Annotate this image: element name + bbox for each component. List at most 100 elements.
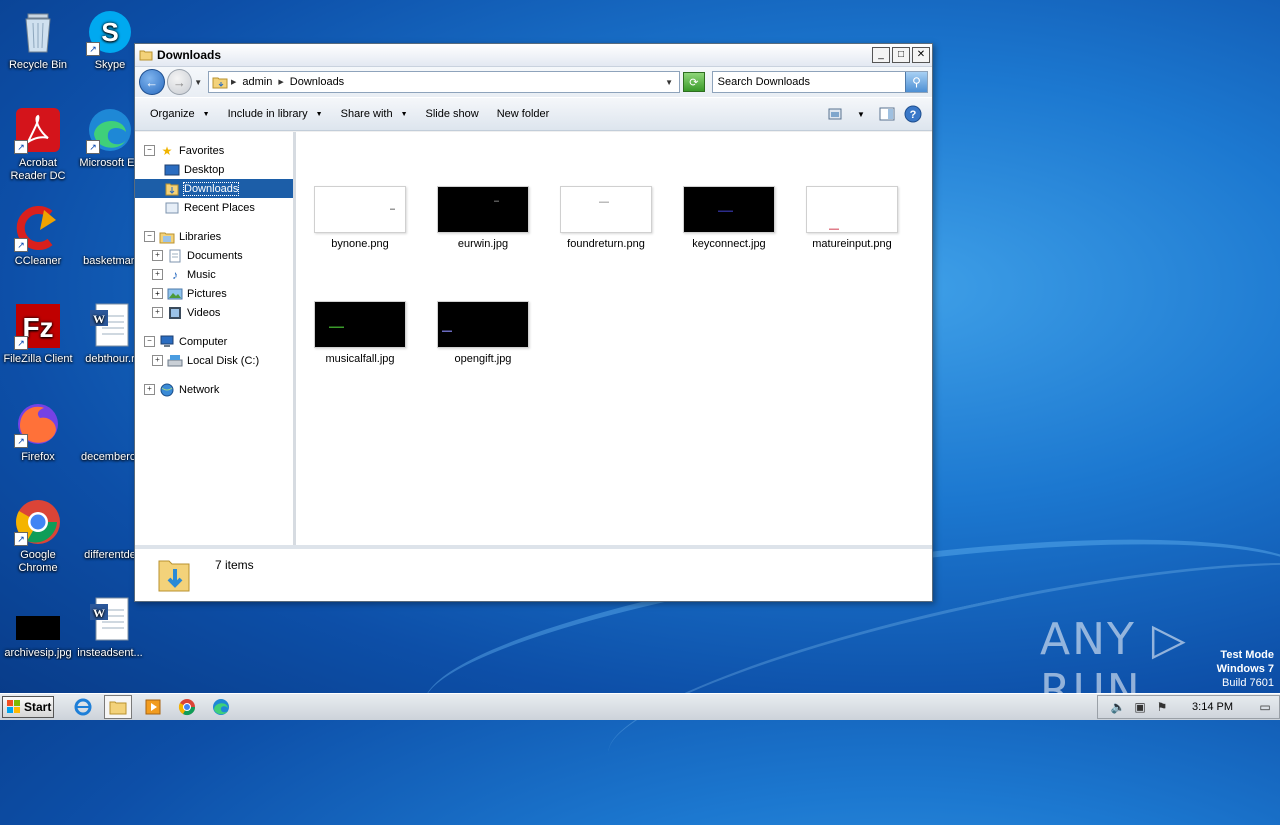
collapse-icon[interactable]: − bbox=[144, 231, 155, 242]
breadcrumb-downloads[interactable]: Downloads bbox=[287, 76, 347, 88]
desktop-icon-label: insteadsent... bbox=[77, 647, 143, 659]
desktop-icon-chrome[interactable]: ↗ Google Chrome bbox=[0, 498, 76, 575]
desktop-icon-acrobat[interactable]: ↗ Acrobat Reader DC bbox=[0, 106, 76, 183]
file-item[interactable]: ▬▬▬ musicalfall.jpg bbox=[305, 301, 415, 365]
view-options-dropdown-icon[interactable]: ▼ bbox=[850, 103, 872, 125]
tree-local-disk[interactable]: + Local Disk (C:) bbox=[135, 351, 293, 370]
help-icon[interactable]: ? bbox=[902, 103, 924, 125]
address-bar[interactable]: ▶ admin ▶ Downloads ▼ bbox=[208, 71, 681, 93]
file-name: foundreturn.png bbox=[567, 238, 645, 250]
start-button[interactable]: Start bbox=[2, 696, 54, 718]
tree-pictures[interactable]: + Pictures bbox=[135, 284, 293, 303]
tree-music[interactable]: + ♪ Music bbox=[135, 265, 293, 284]
desktop-icon-ccleaner[interactable]: ↗ CCleaner bbox=[0, 204, 76, 268]
tree-downloads[interactable]: Downloads bbox=[135, 179, 293, 198]
file-name: opengift.jpg bbox=[454, 353, 512, 365]
preview-pane-icon[interactable] bbox=[876, 103, 898, 125]
tree-libraries[interactable]: − Libraries bbox=[135, 227, 293, 246]
chevron-down-icon: ▼ bbox=[202, 110, 210, 118]
include-in-library-button[interactable]: Include in library ▼ bbox=[219, 102, 332, 126]
file-item[interactable]: ▬▬▬ keyconnect.jpg bbox=[674, 186, 784, 250]
file-item[interactable]: ▬▬ foundreturn.png bbox=[551, 186, 661, 250]
slide-show-button[interactable]: Slide show bbox=[417, 102, 488, 126]
image-thumbnail: ▬ bbox=[314, 186, 406, 233]
clock[interactable]: 3:14 PM bbox=[1192, 701, 1233, 713]
expand-icon[interactable]: + bbox=[152, 307, 163, 318]
search-icon[interactable]: ⚲ bbox=[904, 72, 927, 92]
file-item[interactable]: ▬ eurwin.jpg bbox=[428, 186, 538, 250]
tree-computer[interactable]: − Computer bbox=[135, 332, 293, 351]
refresh-button[interactable]: ⟳ bbox=[683, 72, 705, 92]
change-view-icon[interactable] bbox=[824, 103, 846, 125]
taskbar-explorer-icon[interactable] bbox=[104, 695, 132, 719]
organize-button[interactable]: Organize ▼ bbox=[141, 102, 219, 126]
taskbar-chrome-icon[interactable] bbox=[174, 696, 200, 718]
test-mode-line: Test Mode bbox=[1220, 649, 1274, 661]
forward-button[interactable]: → bbox=[166, 69, 193, 95]
back-button[interactable]: ← bbox=[139, 69, 165, 95]
expand-icon[interactable]: + bbox=[152, 269, 163, 280]
desktop-icon-archivesip[interactable]: archivesip.jpg bbox=[0, 596, 76, 660]
taskbar-edge-icon[interactable] bbox=[208, 696, 234, 718]
maximize-button[interactable]: □ bbox=[892, 47, 910, 63]
search-input[interactable] bbox=[712, 75, 905, 89]
window-titlebar[interactable]: Downloads _ □ ✕ bbox=[135, 44, 932, 67]
network-status-icon[interactable]: ▣ bbox=[1132, 700, 1148, 714]
desktop-icon-filezilla[interactable]: Fz ↗ FileZilla Client bbox=[0, 302, 76, 366]
expand-icon[interactable]: + bbox=[144, 384, 155, 395]
file-item[interactable]: ▬▬ matureinput.png bbox=[797, 186, 907, 250]
explorer-window: Downloads _ □ ✕ ← → ▼ ▶ admin ▶ Download… bbox=[134, 43, 933, 602]
tree-label: Music bbox=[187, 268, 216, 281]
taskbar-media-player-icon[interactable] bbox=[140, 696, 166, 718]
expand-icon[interactable]: + bbox=[152, 288, 163, 299]
desktop-icon-insteadsent[interactable]: W insteadsent... bbox=[72, 596, 148, 660]
file-list: ▬ bynone.png ▬ eurwin.jpg ▬▬ foundreturn… bbox=[296, 132, 932, 546]
new-folder-button[interactable]: New folder bbox=[488, 102, 559, 126]
expand-icon[interactable]: + bbox=[152, 355, 163, 366]
minimize-button[interactable]: _ bbox=[872, 47, 890, 63]
breadcrumb-admin[interactable]: admin bbox=[239, 76, 275, 88]
breadcrumb-separator-icon[interactable]: ▶ bbox=[275, 78, 286, 86]
collapse-icon[interactable]: − bbox=[144, 336, 155, 347]
tree-favorites[interactable]: − ★ Favorites bbox=[135, 141, 293, 160]
address-dropdown-icon[interactable]: ▼ bbox=[659, 78, 679, 87]
desktop-icon-label: Acrobat Reader DC bbox=[10, 157, 66, 182]
shortcut-arrow-icon: ↗ bbox=[14, 532, 28, 546]
share-with-button[interactable]: Share with ▼ bbox=[332, 102, 417, 126]
tree-documents[interactable]: + Documents bbox=[135, 246, 293, 265]
desktop-icon-label: archivesip.jpg bbox=[4, 647, 72, 659]
recent-places-icon bbox=[164, 201, 180, 215]
volume-icon[interactable]: 🔈 bbox=[1110, 700, 1126, 714]
image-thumbnail-icon bbox=[14, 596, 62, 644]
file-item[interactable]: ▬▬ opengift.jpg bbox=[428, 301, 538, 365]
close-button[interactable]: ✕ bbox=[912, 47, 930, 63]
monitor-icon[interactable]: ▭ bbox=[1257, 700, 1273, 714]
desktop-icon-recycle-bin[interactable]: Recycle Bin bbox=[0, 8, 76, 72]
share-with-label: Share with bbox=[340, 108, 393, 120]
search-box: ⚲ bbox=[711, 71, 928, 93]
tree-recent-places[interactable]: Recent Places bbox=[135, 198, 293, 217]
file-item[interactable]: ▬ bynone.png bbox=[305, 186, 415, 250]
breadcrumb-separator-icon[interactable]: ▶ bbox=[228, 78, 239, 86]
tree-desktop[interactable]: Desktop bbox=[135, 160, 293, 179]
file-name: eurwin.jpg bbox=[457, 238, 509, 250]
build-line: Build 7601 bbox=[1222, 677, 1274, 689]
image-thumbnail: ▬▬▬ bbox=[683, 186, 775, 233]
command-toolbar: Organize ▼ Include in library ▼ Share with… bbox=[135, 97, 932, 131]
shortcut-arrow-icon: ↗ bbox=[14, 434, 28, 448]
expand-icon[interactable]: + bbox=[152, 250, 163, 261]
collapse-icon[interactable]: − bbox=[144, 145, 155, 156]
desktop-icon-firefox[interactable]: ↗ Firefox bbox=[0, 400, 76, 464]
folder-icon bbox=[139, 50, 153, 61]
acrobat-icon: ↗ bbox=[14, 106, 62, 154]
desktop-icon-label: FileZilla Client bbox=[3, 353, 73, 365]
tree-videos[interactable]: + Videos bbox=[135, 303, 293, 322]
system-tray: 🔈 ▣ ⚑ 3:14 PM ▭ bbox=[1097, 695, 1280, 719]
word-document-icon: W bbox=[86, 596, 134, 644]
desktop-icon-label: Recycle Bin bbox=[8, 59, 68, 71]
tree-network[interactable]: + Network bbox=[135, 380, 293, 399]
action-center-flag-icon[interactable]: ⚑ bbox=[1154, 700, 1170, 714]
taskbar-ie-icon[interactable] bbox=[70, 696, 96, 718]
svg-text:W: W bbox=[93, 312, 105, 326]
recent-pages-dropdown[interactable]: ▼ bbox=[194, 78, 204, 87]
